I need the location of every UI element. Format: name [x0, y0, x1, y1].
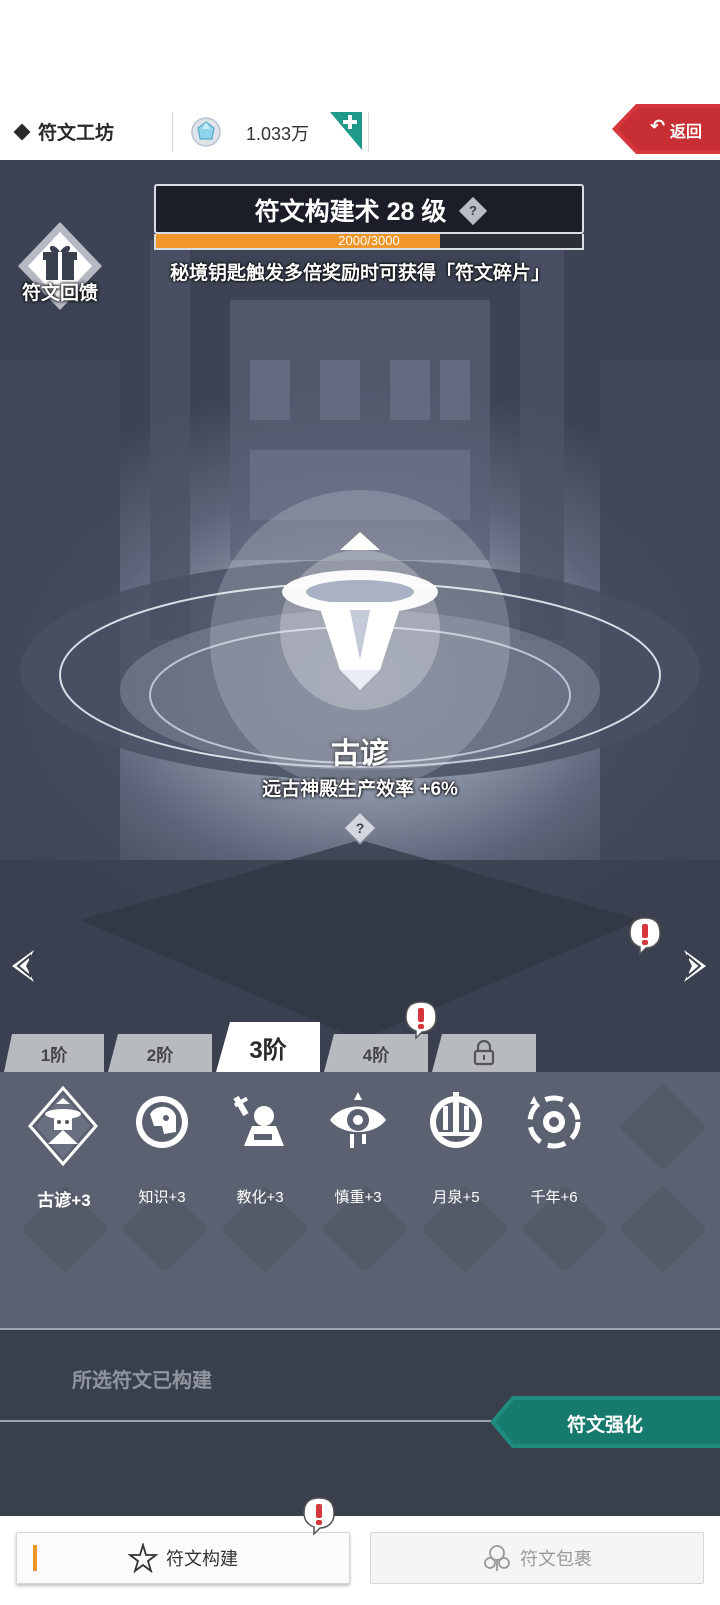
rune-help-button[interactable]: ? [342, 810, 378, 846]
tab-tier-4-label: 4阶 [362, 1045, 390, 1065]
rune-label: 教化+3 [236, 1189, 284, 1206]
rune-grid: 古谚+3 知识+3 教化+3 慎重+3 月泉+5 千年+6 [0, 1072, 720, 1328]
chevron-left-icon [12, 950, 34, 982]
enhance-label: 符文强化 [566, 1415, 643, 1436]
header: 符文工坊 1.033万 ↶ 返回 [0, 104, 720, 160]
tab-tier-3-label: 3阶 [249, 1036, 287, 1064]
currency-value: 1.033万 [246, 124, 310, 144]
alert-badge [628, 916, 662, 956]
page-title-text: 符文工坊 [38, 123, 115, 144]
rune-label: 月泉+5 [432, 1189, 480, 1206]
header-divider [368, 112, 369, 152]
rune-item-millennium[interactable]: 千年+6 [504, 1086, 604, 1206]
bottom-nav: 符文构建 符文包裹 [0, 1497, 720, 1605]
tab-tier-2[interactable]: 2阶 [108, 1034, 212, 1072]
question-icon: ? [342, 810, 378, 846]
knowledge-icon [136, 1096, 188, 1148]
rune-item-doctrine[interactable]: 教化+3 [210, 1086, 310, 1206]
active-indicator [33, 1545, 37, 1571]
back-label: 返回 [670, 124, 703, 141]
rune-label: 慎重+3 [334, 1189, 382, 1206]
next-rune-button[interactable] [680, 946, 710, 986]
doctrine-icon [233, 1095, 284, 1146]
rune-name: 古谚 [330, 738, 389, 770]
empty-rune-slot [619, 1185, 707, 1273]
skill-level-panel: 符文构建术 28 级 ? 2000/3000 [154, 184, 584, 252]
rune-bag-icon [484, 1545, 510, 1571]
moon-spring-icon [430, 1092, 482, 1148]
eye-icon [330, 1092, 386, 1148]
diamond-bullet-icon [13, 123, 31, 140]
plus-icon [330, 112, 362, 150]
skill-level-text: 符文构建术 28 级 [254, 198, 447, 226]
rune-label: 古谚+3 [37, 1191, 91, 1210]
back-button[interactable]: ↶ 返回 [612, 104, 720, 154]
progress-text: 2000/3000 [338, 233, 400, 248]
rune-build-label: 符文构建 [166, 1549, 238, 1569]
status-divider [0, 1420, 500, 1422]
empty-rune-slot [619, 1083, 707, 1171]
tab-tier-3[interactable]: 3阶 [216, 1022, 320, 1072]
temple-background [0, 240, 720, 1072]
tab-tier-locked[interactable] [432, 1034, 536, 1072]
page-title: 符文工坊 [13, 118, 115, 145]
header-divider [172, 112, 173, 152]
help-glyph: ? [469, 203, 478, 219]
rune-build-tab[interactable]: 符文构建 [16, 1532, 350, 1584]
back-button-shape [612, 104, 720, 154]
rune-item-guyan[interactable]: 古谚+3 [14, 1086, 114, 1210]
rune-item-knowledge[interactable]: 知识+3 [112, 1086, 212, 1206]
rune-label: 知识+3 [138, 1189, 186, 1206]
priest-icon [28, 1086, 98, 1167]
crystal-currency-icon [191, 117, 221, 147]
rune-help-glyph: ? [356, 820, 365, 836]
rune-scene: 符文构建术 28 级 ? 2000/3000 秘境钥匙触发多倍奖励时可获得「符文… [0, 160, 720, 1072]
exclamation-bubble-icon [629, 917, 661, 956]
rune-label: 千年+6 [530, 1189, 578, 1206]
tab-tier-1[interactable]: 1阶 [4, 1034, 104, 1072]
rune-feedback-button[interactable]: 符文回馈 [14, 222, 106, 312]
level-progress-bar: 2000/3000 [154, 234, 584, 250]
fragment-hint: 秘境钥匙触发多倍奖励时可获得「符文碎片」 [169, 263, 550, 284]
lock-icon [473, 1040, 495, 1066]
rune-effect: 远古神殿生产效率 +6% [262, 779, 458, 800]
add-currency-button[interactable] [330, 110, 366, 150]
skill-level-title: 符文构建术 28 级 ? [154, 192, 584, 228]
rune-bag-label: 符文包裹 [520, 1549, 592, 1569]
level-help-icon[interactable]: ? [459, 197, 488, 226]
rune-item-prudence[interactable]: 慎重+3 [308, 1086, 408, 1206]
build-status-text: 所选符文已构建 [72, 1370, 212, 1392]
chevron-right-icon [684, 950, 706, 982]
rune-feedback-label: 符文回馈 [21, 283, 98, 304]
tab-tier-2-label: 2阶 [146, 1045, 174, 1065]
tab-tier-1-label: 1阶 [40, 1045, 68, 1065]
pentagram-icon [128, 1543, 158, 1573]
exclamation-bubble-icon [303, 1497, 335, 1536]
status-bar-area [0, 0, 720, 104]
rune-status-panel: 所选符文已构建 符文强化 [0, 1328, 720, 1516]
rune-item-moon-spring[interactable]: 月泉+5 [406, 1086, 506, 1206]
millennium-icon [527, 1095, 581, 1149]
return-arrow-icon: ↶ [650, 116, 666, 136]
rune-bag-tab[interactable]: 符文包裹 [370, 1532, 704, 1584]
prev-rune-button[interactable] [8, 946, 38, 986]
build-tab-alert-badge [302, 1496, 336, 1536]
rune-enhance-button[interactable]: 符文强化 [490, 1396, 720, 1448]
